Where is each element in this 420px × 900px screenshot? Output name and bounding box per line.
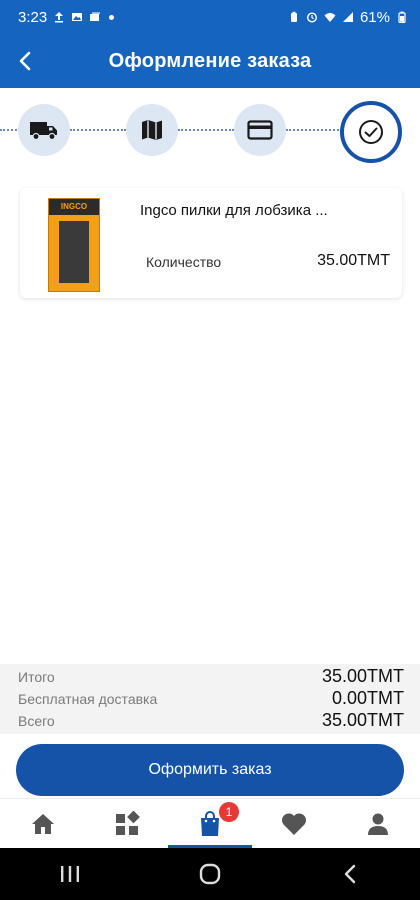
image-icon (72, 13, 83, 21)
product-name: Ingco пилки для лобзика ... (140, 202, 328, 219)
map-icon (142, 120, 162, 140)
dot-icon (109, 14, 115, 20)
page-title: Оформление заказа (108, 49, 312, 72)
delivery-row: Бесплатная доставка 0.00TMT (18, 688, 404, 710)
subtotal-value: 35.00TMT (321, 666, 404, 686)
home-icon (32, 814, 54, 834)
total-row: Всего 35.00TMT (18, 710, 404, 732)
credit-card-icon (247, 120, 273, 140)
delivery-label: Бесплатная доставка (18, 691, 158, 707)
step-address[interactable] (126, 104, 178, 156)
upload-icon (55, 12, 64, 23)
subtotal-row: Итого 35.00TMT (18, 666, 404, 688)
bottom-navigation (0, 798, 420, 849)
nav-home[interactable] (26, 807, 60, 841)
person-icon (368, 813, 388, 835)
categories-icon (116, 811, 140, 835)
cart-item-card[interactable]: INGCO Ingco пилки для лобзика ... Количе… (20, 188, 402, 298)
product-price: 35.00TMT (317, 252, 390, 269)
product-brand-logo: INGCO (49, 199, 99, 215)
nav-favorites[interactable] (277, 807, 311, 841)
step-connector (178, 129, 234, 131)
step-connector (0, 129, 20, 131)
order-summary: Итого 35.00TMT Бесплатная доставка 0.00T… (0, 664, 420, 734)
app-bar: Оформление заказа (0, 34, 420, 88)
truck-icon (30, 122, 57, 141)
gallery-icon (90, 12, 101, 21)
total-label: Всего (18, 713, 55, 729)
place-order-button[interactable]: Оформить заказ (16, 744, 404, 796)
battery-icon (398, 11, 406, 23)
chevron-left-icon[interactable] (12, 47, 40, 75)
back-button[interactable] (330, 854, 370, 894)
battery-percent: 61% (359, 8, 390, 26)
heart-icon (281, 813, 307, 835)
jigsaw-blades-image (59, 221, 89, 283)
step-connector (286, 129, 342, 131)
subtotal-label: Итого (18, 669, 55, 685)
quantity-label: Количество (146, 254, 222, 270)
status-right: 61% (288, 9, 408, 26)
step-delivery[interactable] (18, 104, 70, 156)
nav-profile[interactable] (361, 807, 395, 841)
recents-icon (61, 866, 79, 882)
home-button[interactable] (190, 854, 230, 894)
wifi-icon (324, 13, 336, 22)
status-time: 3:23 (18, 8, 48, 26)
step-payment[interactable] (234, 104, 286, 156)
back-icon (344, 864, 356, 884)
checkout-stepper (0, 88, 420, 172)
signal-icon (342, 12, 353, 22)
step-connector (70, 129, 126, 131)
alarm-icon (306, 12, 317, 23)
home-circle-icon (199, 863, 221, 885)
system-navigation-bar (0, 848, 420, 900)
status-bar: 3:23 61% (0, 0, 420, 34)
recents-button[interactable] (50, 854, 90, 894)
cart-badge: 1 (219, 802, 239, 822)
product-image: INGCO (48, 198, 100, 292)
step-confirm[interactable] (340, 101, 402, 163)
check-circle-icon (359, 120, 383, 144)
nav-categories[interactable] (110, 807, 144, 841)
battery-saver-icon (290, 11, 297, 22)
status-left: 3:23 (18, 8, 115, 26)
delivery-value: 0.00TMT (331, 688, 404, 708)
total-value: 35.00TMT (321, 710, 404, 730)
